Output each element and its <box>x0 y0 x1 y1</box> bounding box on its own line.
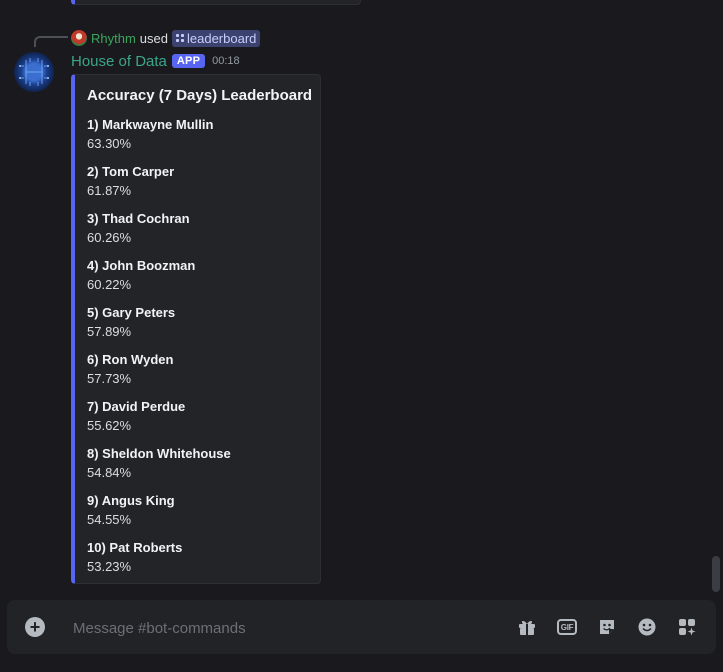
message-author[interactable]: House of Data <box>71 53 167 70</box>
gift-button[interactable] <box>515 615 539 639</box>
leaderboard-entry: 7) David Perdue 55.62% <box>87 397 306 435</box>
scrollbar-thumb[interactable] <box>712 556 720 592</box>
reply-avatar[interactable] <box>71 30 87 46</box>
leaderboard-entry: 6) Ron Wyden 57.73% <box>87 350 306 388</box>
previous-embed <box>71 0 361 5</box>
apps-icon <box>679 619 696 636</box>
entry-value: 57.89% <box>87 324 132 339</box>
embed-title: Accuracy (7 Days) Leaderboard <box>87 87 313 104</box>
entry-name: 4) John Boozman <box>87 258 196 273</box>
leaderboard-entry: 5) Gary Peters 57.89% <box>87 303 306 341</box>
leaderboard-entry: 4) John Boozman 60.22% <box>87 256 306 294</box>
emoji-icon <box>638 618 656 636</box>
command-mention[interactable]: leaderboard <box>172 29 261 47</box>
bot-avatar[interactable] <box>14 52 54 92</box>
gif-button[interactable]: GIF <box>555 615 579 639</box>
entry-value: 61.87% <box>87 183 132 198</box>
command-name: leaderboard <box>187 30 257 46</box>
message-timestamp[interactable]: 00:18 <box>212 55 240 67</box>
reply-verb: used <box>139 30 168 46</box>
gif-icon: GIF <box>557 619 577 635</box>
leaderboard-embed: Accuracy (7 Days) Leaderboard 1) Markway… <box>71 74 321 584</box>
entry-name: 7) David Perdue <box>87 399 186 414</box>
message-input[interactable] <box>71 616 475 640</box>
add-attachment-button[interactable]: + <box>25 617 45 637</box>
add-icon: + <box>29 617 41 637</box>
entry-value: 54.84% <box>87 465 132 480</box>
leaderboard-entry: 1) Markwayne Mullin 63.30% <box>87 115 306 153</box>
entry-value: 53.23% <box>87 559 132 574</box>
app-command-icon <box>176 34 184 42</box>
message-header: House of Data APP 00:18 <box>71 51 240 71</box>
entry-value: 60.22% <box>87 277 132 292</box>
leaderboard-entry: 2) Tom Carper 61.87% <box>87 162 306 200</box>
entry-name: 8) Sheldon Whitehouse <box>87 446 231 461</box>
leaderboard-entry: 9) Angus King 54.55% <box>87 491 306 529</box>
entry-value: 63.30% <box>87 136 132 151</box>
entry-name: 6) Ron Wyden <box>87 352 174 367</box>
sticker-button[interactable] <box>595 615 619 639</box>
entry-value: 60.26% <box>87 230 132 245</box>
entry-value: 55.62% <box>87 418 132 433</box>
message-composer: + GIF <box>7 600 716 654</box>
reply-author[interactable]: Rhythm <box>91 31 136 46</box>
leaderboard-entry: 10) Pat Roberts 53.23% <box>87 538 306 576</box>
reply-spine <box>34 36 68 47</box>
entry-name: 1) Markwayne Mullin <box>87 117 214 132</box>
entry-name: 5) Gary Peters <box>87 305 176 320</box>
entry-value: 57.73% <box>87 371 132 386</box>
leaderboard-entry: 3) Thad Cochran 60.26% <box>87 209 306 247</box>
entry-name: 10) Pat Roberts <box>87 540 183 555</box>
entry-name: 2) Tom Carper <box>87 164 175 179</box>
emoji-button[interactable] <box>635 615 659 639</box>
gift-icon <box>519 620 535 635</box>
entry-value: 54.55% <box>87 512 132 527</box>
apps-button[interactable] <box>675 615 699 639</box>
leaderboard-entry: 8) Sheldon Whitehouse 54.84% <box>87 444 306 482</box>
entry-name: 3) Thad Cochran <box>87 211 190 226</box>
sticker-icon <box>600 620 614 634</box>
reply-context: Rhythm used leaderboard <box>71 29 261 47</box>
app-badge: APP <box>171 54 206 68</box>
entry-name: 9) Angus King <box>87 493 175 508</box>
